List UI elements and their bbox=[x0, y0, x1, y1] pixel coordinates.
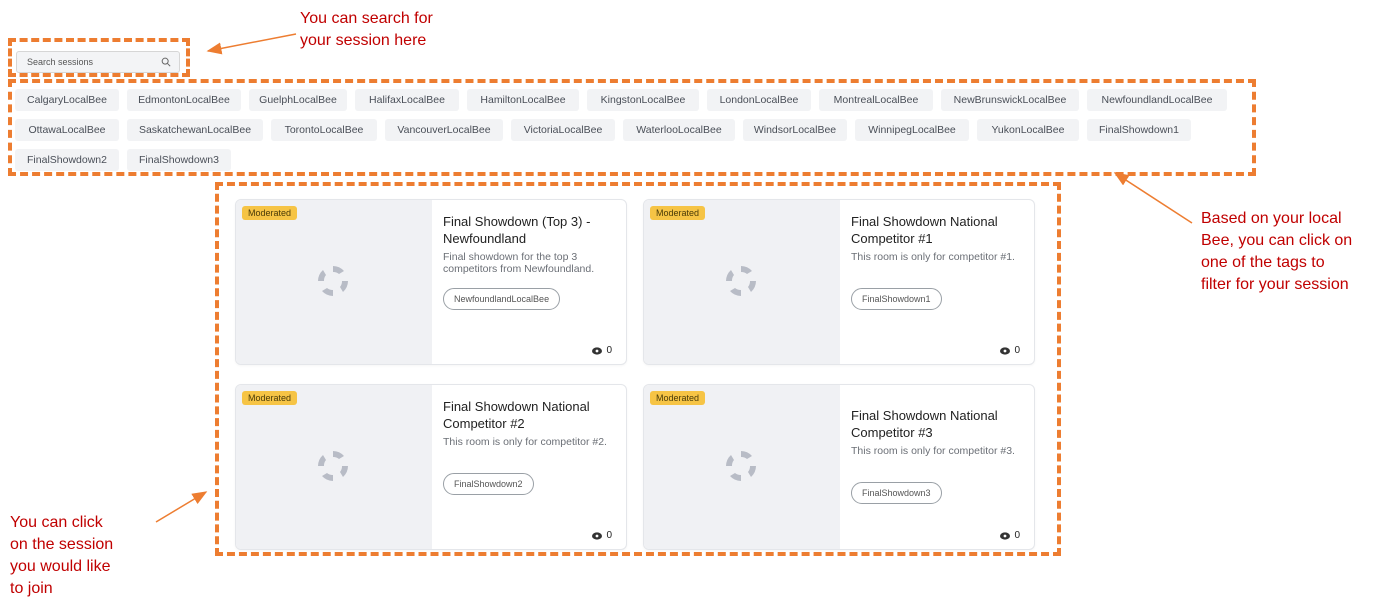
tag-chip[interactable]: FinalShowdown2 bbox=[15, 149, 119, 171]
loading-spinner-icon bbox=[318, 451, 348, 481]
moderated-badge: Moderated bbox=[242, 391, 298, 405]
loading-spinner-icon bbox=[726, 451, 756, 481]
tag-chip[interactable]: TorontoLocalBee bbox=[271, 119, 377, 141]
eye-icon bbox=[1000, 531, 1011, 540]
session-tag[interactable]: NewfoundlandLocalBee bbox=[443, 288, 561, 310]
annotation-line: you would like bbox=[10, 558, 111, 575]
tag-chip[interactable]: FinalShowdown1 bbox=[1087, 119, 1191, 141]
view-count-value: 0 bbox=[1014, 345, 1020, 356]
session-tag[interactable]: FinalShowdown1 bbox=[851, 288, 942, 310]
eye-icon bbox=[1000, 346, 1011, 355]
eye-icon bbox=[592, 531, 603, 540]
tag-chip[interactable]: SaskatchewanLocalBee bbox=[127, 119, 263, 141]
tag-chip[interactable]: HalifaxLocalBee bbox=[355, 89, 459, 111]
tag-chip[interactable]: VictoriaLocalBee bbox=[511, 119, 615, 141]
session-title: Final Showdown National Competitor #2 bbox=[443, 399, 590, 431]
session-title: Final Showdown National Competitor #3 bbox=[851, 408, 998, 440]
loading-spinner-icon bbox=[318, 266, 348, 296]
view-count: 0 bbox=[1000, 530, 1020, 541]
cards-annotation: You can click on the session you would l… bbox=[10, 512, 113, 600]
view-count-value: 0 bbox=[606, 530, 612, 541]
session-title: Final Showdown National Competitor #1 bbox=[851, 214, 998, 246]
tags-arrow bbox=[1113, 172, 1193, 224]
session-card[interactable]: Moderated Final Showdown National Compet… bbox=[643, 384, 1035, 550]
session-title: Final Showdown (Top 3) - Newfoundland bbox=[443, 214, 591, 246]
search-annotation: You can search for your session here bbox=[300, 8, 433, 52]
tag-chip[interactable]: KingstonLocalBee bbox=[587, 89, 699, 111]
tag-chip[interactable]: YukonLocalBee bbox=[977, 119, 1079, 141]
session-description: This room is only for competitor #1. bbox=[851, 251, 1015, 263]
annotation-line: to join bbox=[10, 580, 53, 597]
session-tag[interactable]: FinalShowdown3 bbox=[851, 482, 942, 504]
tag-chip[interactable]: WaterlooLocalBee bbox=[623, 119, 735, 141]
search-placeholder: Search sessions bbox=[27, 57, 94, 67]
loading-spinner-icon bbox=[726, 266, 756, 296]
annotation-line: You can click bbox=[10, 514, 103, 531]
annotation-line: on the session bbox=[10, 536, 114, 553]
annotation-line: Based on your local bbox=[1201, 210, 1342, 227]
annotation-line: your session here bbox=[300, 32, 427, 49]
view-count-value: 0 bbox=[606, 345, 612, 356]
tag-chip[interactable]: MontrealLocalBee bbox=[819, 89, 933, 111]
view-count: 0 bbox=[1000, 345, 1020, 356]
tag-chip[interactable]: LondonLocalBee bbox=[707, 89, 811, 111]
session-card[interactable]: Moderated Final Showdown National Compet… bbox=[643, 199, 1035, 365]
annotation-line: Bee, you can click on bbox=[1201, 232, 1353, 249]
session-description: This room is only for competitor #3. bbox=[851, 445, 1015, 457]
tag-chip[interactable]: HamiltonLocalBee bbox=[467, 89, 579, 111]
search-icon bbox=[161, 57, 171, 67]
view-count: 0 bbox=[592, 345, 612, 356]
session-card[interactable]: Moderated Final Showdown (Top 3) - Newfo… bbox=[235, 199, 627, 365]
tag-chip[interactable]: NewBrunswickLocalBee bbox=[941, 89, 1079, 111]
search-input[interactable]: Search sessions bbox=[16, 51, 180, 73]
view-count: 0 bbox=[592, 530, 612, 541]
annotation-line: one of the tags to bbox=[1201, 254, 1325, 271]
tag-chip[interactable]: WinnipegLocalBee bbox=[855, 119, 969, 141]
tag-chip[interactable]: NewfoundlandLocalBee bbox=[1087, 89, 1227, 111]
tag-chip[interactable]: CalgaryLocalBee bbox=[15, 89, 119, 111]
tag-chip[interactable]: GuelphLocalBee bbox=[249, 89, 347, 111]
tag-chip[interactable]: WindsorLocalBee bbox=[743, 119, 847, 141]
session-description: Final showdown for the top 3 competitors… bbox=[443, 251, 595, 275]
view-count-value: 0 bbox=[1014, 530, 1020, 541]
session-tag[interactable]: FinalShowdown2 bbox=[443, 473, 534, 495]
tag-chip[interactable]: VancouverLocalBee bbox=[385, 119, 503, 141]
moderated-badge: Moderated bbox=[650, 206, 706, 220]
session-description: This room is only for competitor #2. bbox=[443, 436, 607, 448]
annotation-line: filter for your session bbox=[1201, 276, 1349, 293]
moderated-badge: Moderated bbox=[242, 206, 298, 220]
annotation-line: You can search for bbox=[300, 10, 433, 27]
tag-chip[interactable]: EdmontonLocalBee bbox=[127, 89, 241, 111]
search-arrow bbox=[206, 33, 297, 55]
eye-icon bbox=[592, 346, 603, 355]
tag-chip[interactable]: OttawaLocalBee bbox=[15, 119, 119, 141]
moderated-badge: Moderated bbox=[650, 391, 706, 405]
tag-chip[interactable]: FinalShowdown3 bbox=[127, 149, 231, 171]
tags-annotation: Based on your local Bee, you can click o… bbox=[1201, 208, 1352, 296]
cards-arrow bbox=[155, 491, 208, 523]
session-card[interactable]: Moderated Final Showdown National Compet… bbox=[235, 384, 627, 550]
